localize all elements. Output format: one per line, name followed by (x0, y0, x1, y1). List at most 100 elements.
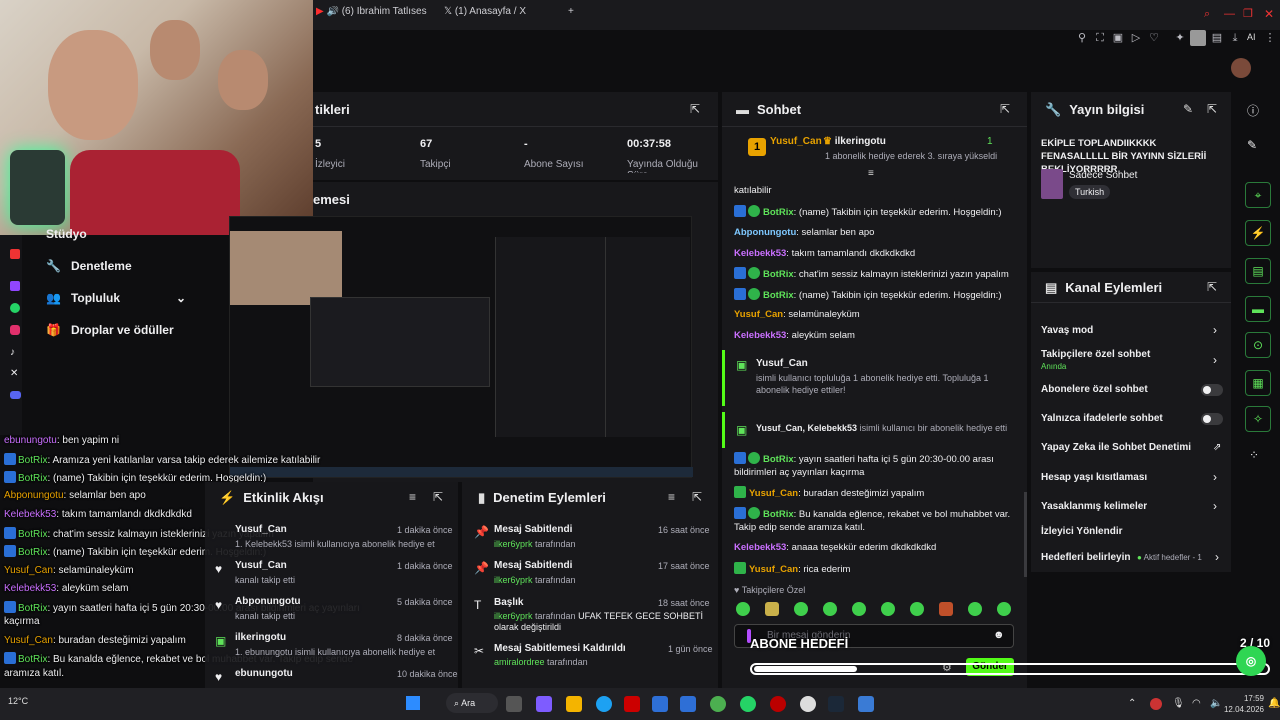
channel-icon[interactable]: ▦ (1245, 370, 1271, 396)
action-subs-only[interactable]: Abonelere özel sohbet (1041, 384, 1148, 395)
popout-icon[interactable]: ⇱ (1207, 102, 1217, 116)
screenshot-icon[interactable]: ▣ (1111, 31, 1125, 45)
instagram-icon[interactable] (10, 325, 20, 335)
menu-icon[interactable]: ⋮ (1263, 31, 1277, 45)
chevron-right-icon[interactable]: › (1213, 499, 1217, 513)
popout-icon[interactable]: ⇱ (692, 490, 702, 504)
new-tab-button[interactable]: + (568, 6, 580, 24)
task-view-icon[interactable] (506, 696, 522, 712)
action-followers-only[interactable]: Takipçilere özel sohbet (1041, 349, 1150, 360)
pencil-icon[interactable]: ✎ (1247, 138, 1257, 152)
wallet-icon[interactable]: ▤ (1210, 31, 1224, 45)
discord-icon[interactable] (10, 391, 21, 399)
wrench-icon[interactable]: ✧ (1245, 406, 1271, 432)
sidebar-item-moderation[interactable]: 🔧 Denetleme (46, 259, 132, 273)
app-icon[interactable] (680, 696, 696, 712)
apps-icon[interactable]: ⁘ (1249, 448, 1259, 462)
tiktok-icon[interactable]: ♪ (10, 347, 15, 358)
twitch-icon[interactable] (10, 281, 20, 291)
browser-tab-youtube[interactable]: ▶ 🔊 (6) İbrahim Tatlıses - T (316, 6, 428, 24)
action-slow-mode[interactable]: Yavaş mod (1041, 325, 1093, 336)
emote-icon[interactable] (765, 602, 779, 616)
weather-temp[interactable]: 12°C (8, 696, 28, 706)
taskbar-search[interactable]: ⌕ Ara (446, 693, 498, 713)
chevron-right-icon[interactable]: › (1213, 323, 1217, 337)
emoji-icon[interactable]: ☻ (993, 629, 1005, 641)
tray-app-icon[interactable] (1150, 698, 1162, 710)
action-ai-moderation[interactable]: Yapay Zeka ile Sohbet Denetimi (1041, 442, 1191, 453)
action-banned-words[interactable]: Yasaklanmış kelimeler (1041, 501, 1147, 512)
store-icon[interactable] (652, 696, 668, 712)
doc-icon[interactable]: ▤ (1245, 258, 1271, 284)
info-icon[interactable]: ⓘ (1247, 102, 1259, 119)
clock-date[interactable]: 12.04.2026 (1220, 705, 1264, 714)
ai-button[interactable]: AI (1247, 32, 1256, 42)
emote-icon[interactable] (997, 602, 1011, 616)
chat-scrollbar[interactable] (1024, 492, 1027, 577)
lightning-icon[interactable]: ⚡ (1245, 220, 1271, 246)
scan-icon[interactable]: ⌖ (1245, 182, 1271, 208)
emote-only-toggle[interactable] (1201, 413, 1223, 425)
app-icon[interactable] (770, 696, 786, 712)
pinned-user-2[interactable]: ♛ ilkeringotu (823, 136, 886, 147)
user-avatar[interactable] (1231, 58, 1251, 78)
sidebar-item-studio[interactable]: Stüdyo (46, 227, 87, 241)
steam-icon[interactable] (828, 696, 844, 712)
popout-icon[interactable]: ⇱ (1207, 280, 1217, 294)
extensions-icon[interactable]: ✦ (1173, 31, 1187, 45)
minimize-icon[interactable]: — (1224, 8, 1235, 20)
sidebar-item-drops[interactable]: 🎁 Droplar ve ödüller (46, 323, 174, 337)
microphone-icon[interactable]: 🎙 (1172, 698, 1185, 709)
notification-icon[interactable]: 🔔 (1268, 698, 1280, 709)
popout-icon[interactable]: ⇱ (1000, 102, 1010, 116)
search-icon[interactable]: ⌕ (1204, 8, 1210, 21)
collapse-icon[interactable]: ≡ (868, 168, 874, 179)
crop-icon[interactable]: ⛶ (1093, 31, 1107, 45)
youtube-icon[interactable] (10, 249, 20, 259)
tray-chevron-icon[interactable]: ⌃ (1128, 698, 1136, 709)
filter-icon[interactable]: ≡ (668, 490, 675, 504)
profile-avatar[interactable] (1190, 30, 1206, 46)
pinned-user[interactable]: Yusuf_Can (770, 136, 822, 147)
emote-icon[interactable] (939, 602, 953, 616)
app-icon[interactable] (858, 696, 874, 712)
action-emote-only[interactable]: Yalnızca ifadelerle sohbet (1041, 413, 1163, 424)
whatsapp-icon[interactable] (10, 303, 20, 313)
subs-only-toggle[interactable] (1201, 384, 1223, 396)
emote-icon[interactable] (910, 602, 924, 616)
edit-icon[interactable]: ✎ (1183, 102, 1193, 116)
download-icon[interactable]: ⤓ (1228, 31, 1242, 45)
emote-icon[interactable] (794, 602, 808, 616)
filter-icon[interactable]: ≡ (409, 490, 416, 504)
action-goals[interactable]: Hedefleri belirleyin (1041, 552, 1130, 563)
clock-time[interactable]: 17:59 (1228, 694, 1264, 703)
chrome-icon[interactable] (710, 696, 726, 712)
start-icon[interactable] (406, 696, 420, 710)
edge-icon[interactable] (596, 696, 612, 712)
broadcast-icon[interactable]: ⊙ (1245, 332, 1271, 358)
emote-icon[interactable] (968, 602, 982, 616)
wifi-icon[interactable]: ◠ (1192, 698, 1201, 709)
browser-tab-x[interactable]: 𝕏 (1) Anasayfa / X (444, 6, 554, 24)
chevron-right-icon[interactable]: › (1213, 470, 1217, 484)
app-icon[interactable] (624, 696, 640, 712)
chevron-right-icon[interactable]: › (1213, 353, 1217, 367)
play-icon[interactable]: ▷ (1129, 31, 1143, 45)
emote-icon[interactable] (852, 602, 866, 616)
emote-icon[interactable] (823, 602, 837, 616)
app-icon[interactable] (800, 696, 816, 712)
popout-icon[interactable]: ⇱ (433, 490, 443, 504)
whatsapp-icon[interactable] (740, 696, 756, 712)
emote-icon[interactable] (736, 602, 750, 616)
maximize-icon[interactable]: ❐ (1243, 7, 1253, 20)
action-account-age[interactable]: Hesap yaşı kısıtlaması (1041, 472, 1147, 483)
pin-icon[interactable]: ⚲ (1075, 31, 1089, 45)
x-icon[interactable]: ✕ (10, 368, 18, 379)
action-raid[interactable]: İzleyici Yönlendir (1041, 526, 1123, 537)
external-link-icon[interactable]: ⇗ (1213, 442, 1221, 453)
copilot-icon[interactable] (536, 696, 552, 712)
popout-icon[interactable]: ⇱ (690, 102, 700, 116)
chat-icon[interactable]: ▬ (1245, 296, 1271, 322)
chevron-right-icon[interactable]: › (1215, 550, 1219, 564)
heart-icon[interactable]: ♡ (1147, 31, 1161, 45)
